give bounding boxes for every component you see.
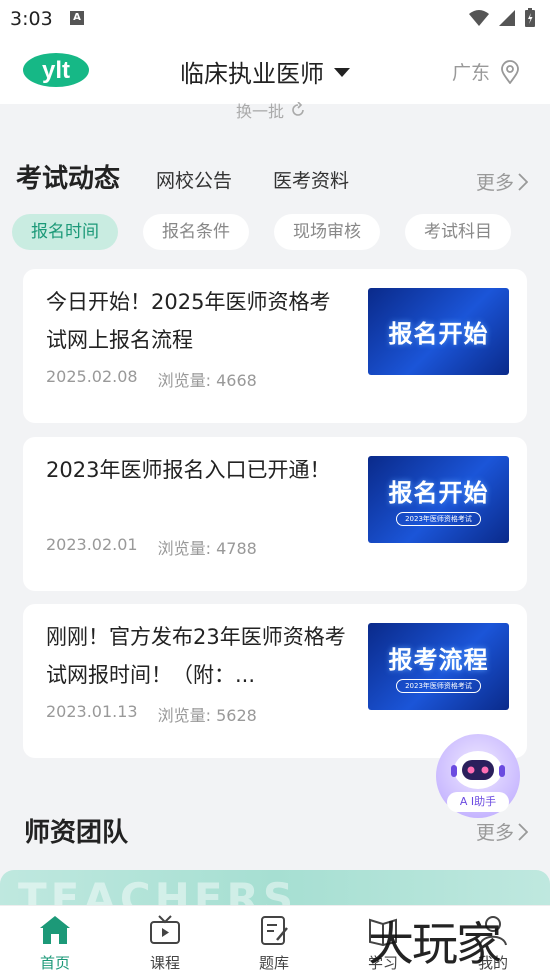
article-thumbnail: 报考流程 2023年医师资格考试 xyxy=(368,623,509,710)
article-meta: 2023.01.13 浏览量: 5628 xyxy=(46,702,257,726)
article-card[interactable]: 2023年医师报名入口已开通！ 2023.02.01 浏览量: 4788 报名开… xyxy=(23,437,527,591)
article-title: 2023年医师报名入口已开通！ xyxy=(46,458,331,482)
thumbnail-subtitle: 2023年医师资格考试 xyxy=(396,679,481,693)
article-meta: 2023.02.01 浏览量: 4788 xyxy=(46,535,257,559)
status-bar: 3:03 A xyxy=(0,0,550,36)
exam-type-selector[interactable]: 临床执业医师 xyxy=(180,54,350,89)
edit-doc-icon xyxy=(261,916,288,945)
refresh-icon xyxy=(292,102,304,116)
article-views: 浏览量: 4788 xyxy=(157,539,257,558)
teachers-banner[interactable]: TEACHERS xyxy=(0,870,550,910)
location-pin-icon xyxy=(501,59,519,84)
thumbnail-title: 报名开始 xyxy=(388,320,489,348)
chip-registration-time[interactable]: 报名时间 xyxy=(12,214,118,250)
location-label: 广东 xyxy=(452,62,491,84)
article-title: 今日开始！2025年医师资格考试网上报名流程 xyxy=(46,290,331,352)
article-card[interactable]: 今日开始！2025年医师资格考试网上报名流程 2025.02.08 浏览量: 4… xyxy=(23,269,527,423)
chip-onsite-review[interactable]: 现场审核 xyxy=(274,214,380,250)
signal-icon xyxy=(499,10,515,26)
ai-assistant-label: A I助手 xyxy=(447,792,509,812)
article-date: 2023.02.01 xyxy=(46,535,138,554)
caret-down-icon xyxy=(334,68,350,77)
article-meta: 2025.02.08 浏览量: 4668 xyxy=(46,367,257,391)
news-more-label: 更多 xyxy=(475,172,514,194)
tab-home[interactable]: 首页 xyxy=(10,914,100,973)
article-date: 2025.02.08 xyxy=(46,367,138,386)
watermark: 大玩家 xyxy=(368,917,502,971)
refresh-label: 换一批 xyxy=(236,102,285,121)
wifi-icon xyxy=(469,10,489,26)
tv-icon xyxy=(150,915,180,944)
article-title: 刚刚！官方发布23年医师资格考试网报时间！（附：... xyxy=(46,625,346,687)
news-section-title: 考试动态 xyxy=(16,164,121,194)
tab-courses[interactable]: 课程 xyxy=(120,914,210,973)
location-selector[interactable]: 广东 xyxy=(452,58,520,85)
chip-registration-conditions[interactable]: 报名条件 xyxy=(143,214,249,250)
refresh-button[interactable]: 换一批 xyxy=(236,98,306,122)
home-icon xyxy=(40,916,70,944)
svg-text:ylt: ylt xyxy=(42,57,70,84)
filter-chips: 报名时间 报名条件 现场审核 考试科目 xyxy=(12,214,511,250)
status-icons xyxy=(468,8,536,28)
battery-icon xyxy=(525,8,535,27)
article-thumbnail: 报名开始 xyxy=(368,288,509,375)
chevron-right-icon xyxy=(518,822,528,841)
notification-a-icon: A xyxy=(70,11,84,25)
team-section-title: 师资团队 xyxy=(24,818,129,848)
team-more-label: 更多 xyxy=(475,822,514,844)
article-views: 浏览量: 5628 xyxy=(157,706,257,725)
status-time: 3:03 xyxy=(10,8,53,30)
news-more-link[interactable]: 更多 xyxy=(476,168,528,195)
ylt-logo: ylt xyxy=(23,53,89,87)
tab-courses-label: 课程 xyxy=(149,954,180,972)
tab-question-bank-label: 题库 xyxy=(258,954,289,972)
exam-type-title: 临床执业医师 xyxy=(180,60,324,88)
thumbnail-title: 报名开始 xyxy=(388,479,489,507)
thumbnail-title: 报考流程 xyxy=(388,646,489,674)
article-thumbnail: 报名开始 2023年医师资格考试 xyxy=(368,456,509,543)
tab-question-bank[interactable]: 题库 xyxy=(229,914,319,973)
article-views: 浏览量: 4668 xyxy=(157,371,257,390)
chip-exam-subjects[interactable]: 考试科目 xyxy=(405,214,511,250)
team-more-link[interactable]: 更多 xyxy=(476,818,528,845)
tab-home-label: 首页 xyxy=(39,954,70,972)
tab-exam-materials[interactable]: 医考资料 xyxy=(273,166,349,193)
tab-school-notice[interactable]: 网校公告 xyxy=(156,166,232,193)
chevron-right-icon xyxy=(518,172,528,191)
article-date: 2023.01.13 xyxy=(46,702,138,721)
news-section-header: 考试动态 网校公告 医考资料 更多 xyxy=(16,158,534,194)
thumbnail-subtitle: 2023年医师资格考试 xyxy=(396,512,481,526)
